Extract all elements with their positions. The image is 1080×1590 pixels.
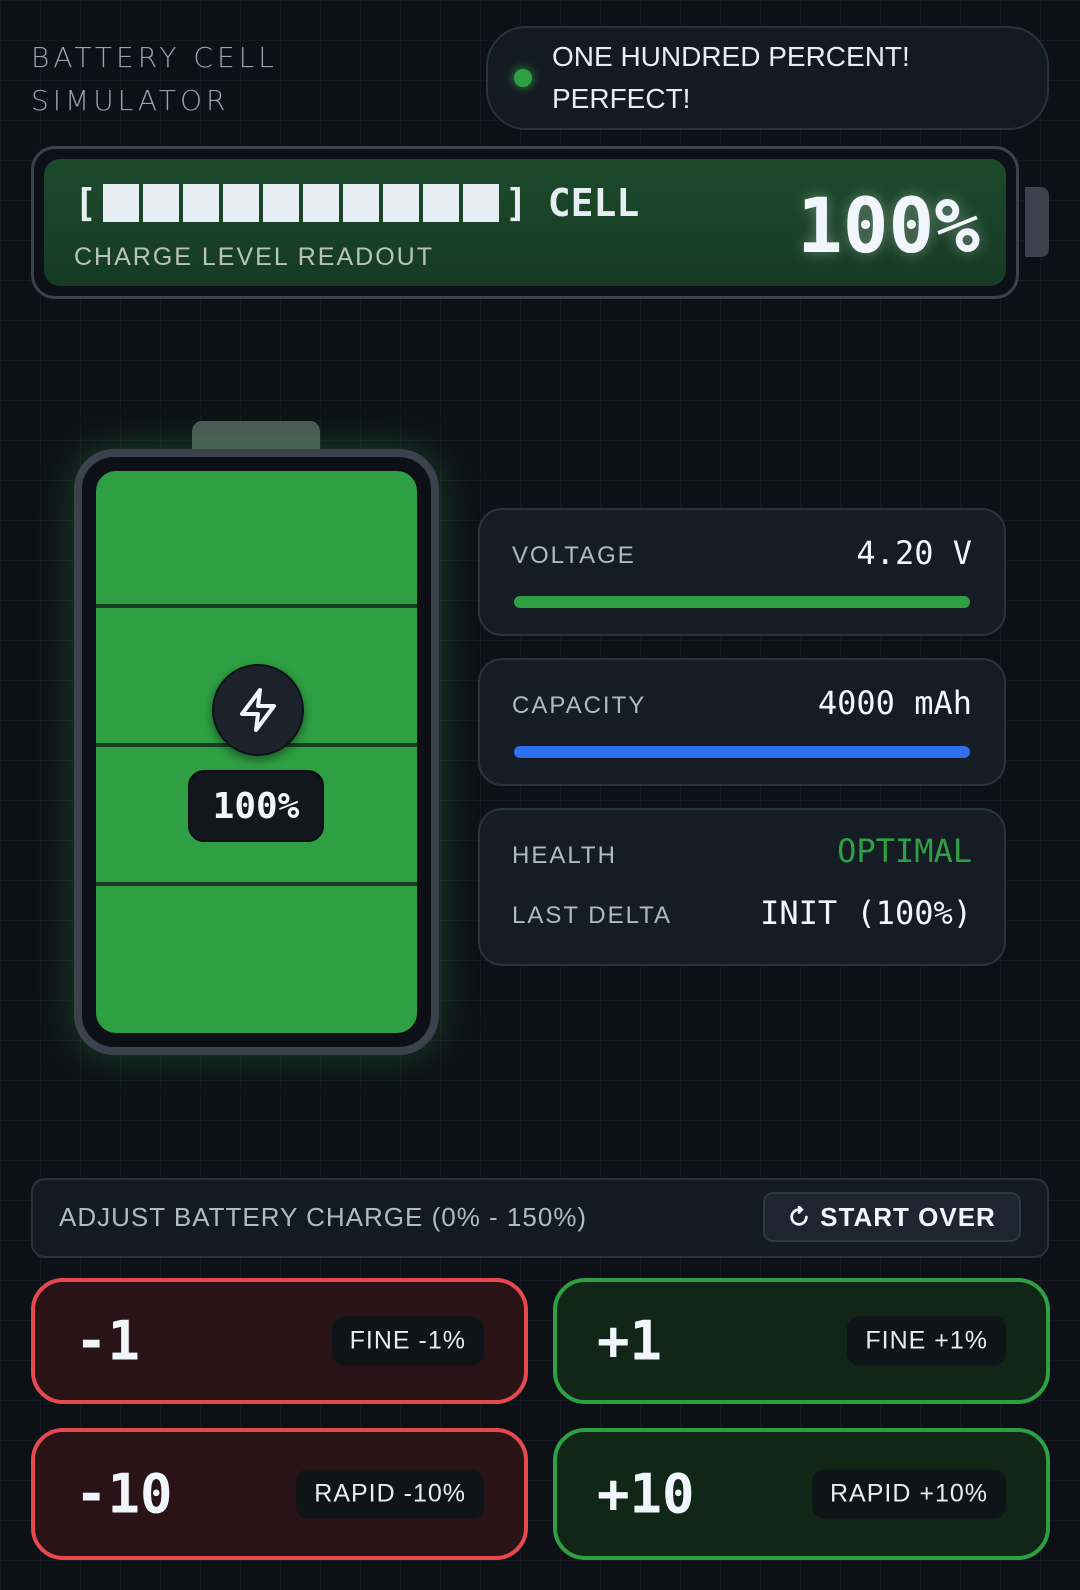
- health-card: HEALTH OPTIMAL LAST DELTA INIT (100%): [478, 808, 1006, 966]
- status-indicator-icon: [514, 69, 532, 87]
- charge-segment: [262, 184, 299, 222]
- increase-1-value: +1: [597, 1309, 663, 1373]
- charge-segment: [142, 184, 179, 222]
- status-banner: ONE HUNDRED PERCENT! PERFECT!: [486, 26, 1049, 130]
- decrease-1-value: -1: [75, 1309, 141, 1373]
- voltage-meter-fill: [514, 596, 970, 608]
- status-message: ONE HUNDRED PERCENT! PERFECT!: [552, 41, 910, 114]
- cell-divider: [96, 604, 417, 608]
- charge-segment: [302, 184, 339, 222]
- segment-bar: [ ] CELL: [74, 181, 639, 225]
- decrease-1-button[interactable]: -1 FINE -1%: [31, 1278, 528, 1404]
- increase-10-button[interactable]: +10 RAPID +10%: [553, 1428, 1050, 1560]
- capacity-value: 4000 mAh: [817, 684, 972, 722]
- increase-1-button[interactable]: +1 FINE +1%: [553, 1278, 1050, 1404]
- decrease-10-button[interactable]: -10 RAPID -10%: [31, 1428, 528, 1560]
- charge-readout: [ ] CELL CHARGE LEVEL READOUT 100%: [31, 146, 1019, 299]
- increase-1-tag: FINE +1%: [847, 1316, 1006, 1366]
- charge-segment: [102, 184, 139, 222]
- voltage-meter: [514, 596, 970, 608]
- bar-close-bracket: ]: [504, 181, 528, 225]
- cell-divider: [96, 882, 417, 886]
- voltage-card: VOLTAGE 4.20 V: [478, 508, 1006, 636]
- readout-terminal: [1025, 187, 1049, 257]
- start-over-label: START OVER: [820, 1201, 996, 1232]
- readout-subtitle: CHARGE LEVEL READOUT: [74, 243, 434, 271]
- adjust-label: ADJUST BATTERY CHARGE (0% - 150%): [59, 1202, 588, 1232]
- decrease-10-tag: RAPID -10%: [296, 1469, 484, 1519]
- capacity-label: CAPACITY: [512, 692, 647, 719]
- capacity-meter-fill: [514, 746, 970, 758]
- bar-open-bracket: [: [74, 181, 97, 225]
- app-title: BATTERY CELL SIMULATOR: [31, 41, 278, 117]
- increase-10-tag: RAPID +10%: [812, 1469, 1006, 1519]
- health-label: HEALTH: [512, 842, 617, 869]
- charge-segment: [382, 184, 419, 222]
- decrease-1-tag: FINE -1%: [331, 1316, 484, 1366]
- cell-label: CELL: [547, 181, 640, 225]
- charge-segment: [182, 184, 219, 222]
- capacity-meter: [514, 746, 970, 758]
- refresh-icon: [790, 1206, 808, 1226]
- voltage-label: VOLTAGE: [512, 542, 636, 569]
- increase-10-value: +10: [597, 1462, 695, 1526]
- decrease-10-value: -10: [75, 1462, 173, 1526]
- charge-segment: [422, 184, 459, 222]
- last-delta-label: LAST DELTA: [512, 902, 673, 929]
- readout-percent: 100%: [796, 181, 980, 270]
- start-over-button[interactable]: START OVER: [763, 1192, 1021, 1242]
- last-delta-value: INIT (100%): [760, 894, 972, 932]
- battery-percent-badge: 100%: [188, 770, 324, 842]
- capacity-card: CAPACITY 4000 mAh: [478, 658, 1006, 786]
- charge-segment: [342, 184, 379, 222]
- voltage-value: 4.20 V: [856, 534, 972, 572]
- health-value: OPTIMAL: [837, 832, 972, 870]
- charge-segment: [222, 184, 259, 222]
- segment-row: [102, 184, 499, 222]
- lightning-bolt-icon: [212, 664, 304, 756]
- charge-segment: [462, 184, 499, 222]
- adjust-header: ADJUST BATTERY CHARGE (0% - 150%) START …: [31, 1178, 1049, 1258]
